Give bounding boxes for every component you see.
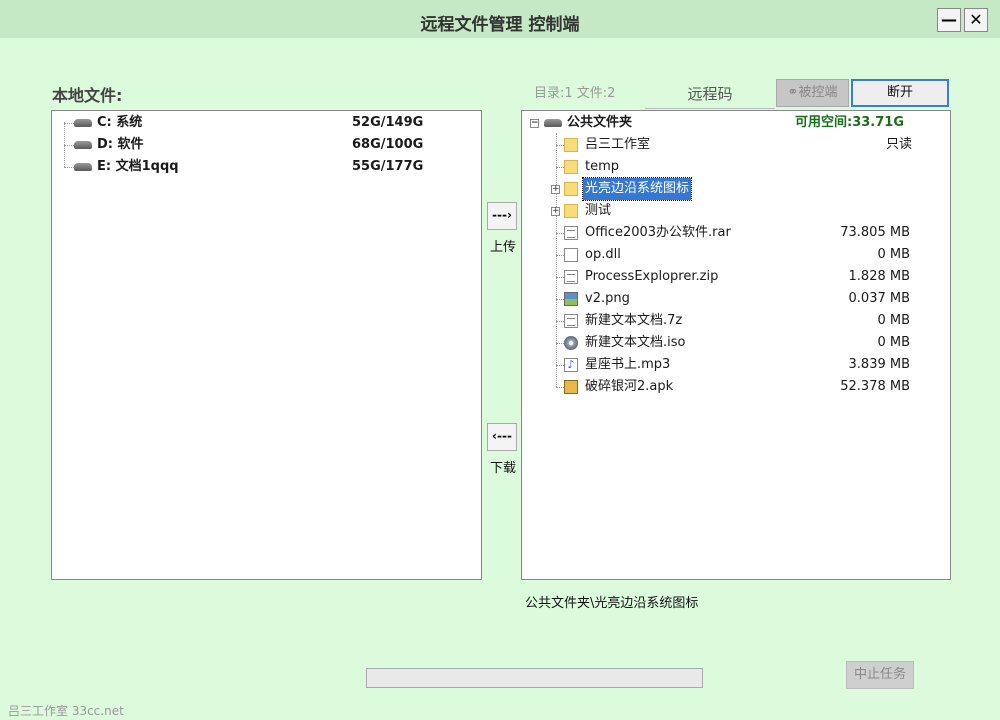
drive-label: D: 软件 xyxy=(97,137,144,152)
current-path: 公共文件夹\光亮边沿系统图标 xyxy=(525,596,699,611)
app-window: 远程文件管理 控制端 — ✕ 本地文件: C: 系统 52G/149G D: 软… xyxy=(0,0,1000,720)
remote-file-tree[interactable]: − 公共文件夹 可用空间:33.71G 吕三工作室 只读 temp + 光亮边沿… xyxy=(521,110,951,580)
item-name: 测试 xyxy=(585,203,612,218)
stop-task-button[interactable]: 中止任务 xyxy=(846,661,914,689)
window-title: 远程文件管理 控制端 xyxy=(420,15,580,35)
list-item[interactable]: v2.png 0.037 MB xyxy=(522,288,950,310)
readonly-badge: 只读 xyxy=(885,137,912,152)
item-name: temp xyxy=(585,159,620,174)
hard-drive-icon xyxy=(74,119,92,127)
upload-label: 上传 xyxy=(490,240,517,255)
item-name: op.dll xyxy=(585,247,621,262)
drive-size: 55G/177G xyxy=(352,159,424,174)
list-item[interactable]: 破碎银河2.apk 52.378 MB xyxy=(522,376,950,398)
minimize-button[interactable]: — xyxy=(937,8,961,32)
disconnect-button[interactable]: 断开 xyxy=(851,79,949,107)
list-item[interactable]: op.dll 0 MB xyxy=(522,244,950,266)
item-size: 52.378 MB xyxy=(840,379,910,394)
list-item[interactable]: + 光亮边沿系统图标 xyxy=(522,177,950,201)
task-progress-bar xyxy=(366,668,703,688)
item-size: 0 MB xyxy=(877,335,910,350)
item-name: 新建文本文档.7z xyxy=(585,313,683,328)
hard-drive-icon xyxy=(544,119,562,127)
upload-button[interactable]: ---› xyxy=(487,202,517,230)
item-name: v2.png xyxy=(585,291,630,306)
file-icon xyxy=(564,248,578,262)
footer-credit: 吕三工作室 33cc.net xyxy=(8,704,124,718)
audio-file-icon: ♪ xyxy=(564,358,578,372)
disc-image-icon xyxy=(564,336,578,350)
free-space: 可用空间:33.71G xyxy=(795,115,904,130)
controlled-button[interactable]: ⚭被控端 xyxy=(776,79,849,107)
item-name: 破碎银河2.apk xyxy=(585,379,674,394)
drive-size: 68G/100G xyxy=(352,137,424,152)
archive-file-icon xyxy=(564,226,578,240)
remote-root-item[interactable]: − 公共文件夹 可用空间:33.71G xyxy=(522,112,950,134)
image-file-icon xyxy=(564,292,578,306)
title-bar[interactable]: 远程文件管理 控制端 — ✕ xyxy=(0,0,1000,38)
drive-item-d[interactable]: D: 软件 68G/100G xyxy=(52,134,481,156)
item-size: 0 MB xyxy=(877,313,910,328)
expand-toggle[interactable]: + xyxy=(551,207,560,216)
root-label: 公共文件夹 xyxy=(567,115,633,130)
download-label: 下载 xyxy=(490,461,517,476)
shared-folder-icon xyxy=(564,138,578,152)
archive-file-icon xyxy=(564,314,578,328)
drive-item-c[interactable]: C: 系统 52G/149G xyxy=(52,112,481,134)
item-name: ProcessExplopr­er.zip xyxy=(585,269,719,284)
list-item[interactable]: 新建文本文档.iso 0 MB xyxy=(522,332,950,354)
item-size: 0 MB xyxy=(877,247,910,262)
local-files-label: 本地文件: xyxy=(52,86,123,105)
expand-toggle[interactable]: + xyxy=(551,185,560,194)
remote-stats: 目录:1 文件:2 xyxy=(534,86,616,101)
item-name: 光亮边沿系统图标 xyxy=(581,177,693,201)
drive-label: E: 文档1qqq xyxy=(97,159,179,174)
folder-icon xyxy=(564,160,578,174)
hard-drive-icon xyxy=(74,163,92,171)
controlled-label: 被控端 xyxy=(798,85,838,100)
list-item[interactable]: Office2003办公软件.rar 73.805 MB xyxy=(522,222,950,244)
list-item[interactable]: 吕三工作室 只读 xyxy=(522,134,950,156)
hard-drive-icon xyxy=(74,141,92,149)
item-size: 73.805 MB xyxy=(840,225,910,240)
local-file-tree[interactable]: C: 系统 52G/149G D: 软件 68G/100G E: 文档1qqq … xyxy=(51,110,482,580)
folder-open-icon xyxy=(564,182,578,196)
item-name: Office2003办公软件.rar xyxy=(585,225,731,240)
drive-size: 52G/149G xyxy=(352,115,424,130)
archive-file-icon xyxy=(564,270,578,284)
download-button[interactable]: ‹--- xyxy=(487,423,517,451)
list-item[interactable]: + 测试 xyxy=(522,200,950,222)
link-icon: ⚭ xyxy=(787,85,799,100)
item-size: 0.037 MB xyxy=(848,291,910,306)
list-item[interactable]: 新建文本文档.7z 0 MB xyxy=(522,310,950,332)
item-name: 星座书上.mp3 xyxy=(585,357,671,372)
tab-remote-code[interactable]: 远程码 xyxy=(645,80,775,109)
drive-item-e[interactable]: E: 文档1qqq 55G/177G xyxy=(52,156,481,178)
list-item[interactable]: temp xyxy=(522,156,950,178)
item-name: 吕三工作室 xyxy=(585,137,651,152)
item-name: 新建文本文档.iso xyxy=(585,335,686,350)
collapse-toggle[interactable]: − xyxy=(530,119,539,128)
apk-file-icon xyxy=(564,380,578,394)
item-size: 1.828 MB xyxy=(848,269,910,284)
drive-label: C: 系统 xyxy=(97,115,143,130)
list-item[interactable]: ♪ 星座书上.mp3 3.839 MB xyxy=(522,354,950,376)
folder-icon xyxy=(564,204,578,218)
close-button[interactable]: ✕ xyxy=(964,8,988,32)
list-item[interactable]: ProcessExplopr­er.zip 1.828 MB xyxy=(522,266,950,288)
item-size: 3.839 MB xyxy=(848,357,910,372)
